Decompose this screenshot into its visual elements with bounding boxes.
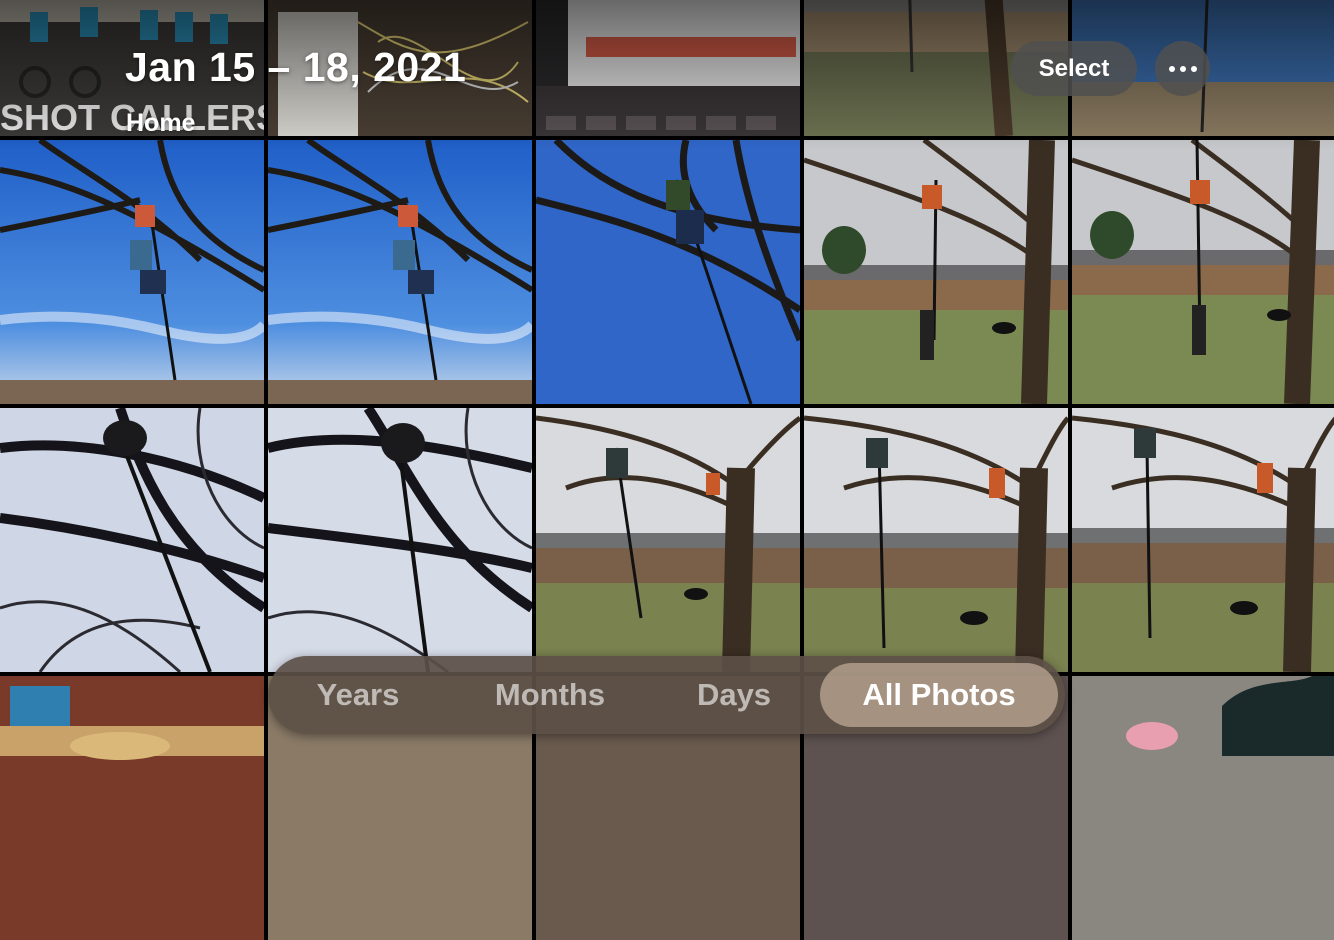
- tab-all-photos[interactable]: All Photos: [820, 663, 1058, 727]
- photo-thumbnail[interactable]: [536, 0, 800, 136]
- photo-thumbnail[interactable]: [268, 408, 532, 672]
- photo-thumbnail[interactable]: [536, 140, 800, 404]
- view-switcher: Years Months Days All Photos: [268, 656, 1065, 734]
- photo-thumbnail[interactable]: [0, 408, 264, 672]
- tab-months[interactable]: Months: [468, 656, 632, 734]
- photo-thumbnail[interactable]: [0, 140, 264, 404]
- tab-days[interactable]: Days: [668, 656, 800, 734]
- photo-thumbnail[interactable]: [804, 140, 1068, 404]
- date-range-title: Jan 15 – 18, 2021: [125, 44, 467, 90]
- photo-thumbnail[interactable]: [268, 140, 532, 404]
- photo-thumbnail[interactable]: [1072, 676, 1334, 940]
- photo-grid: SHOT CALLERS: [0, 0, 1334, 940]
- select-button[interactable]: Select: [1011, 41, 1137, 96]
- tab-years[interactable]: Years: [290, 656, 426, 734]
- photo-thumbnail[interactable]: [1072, 140, 1334, 404]
- photo-thumbnail[interactable]: [1072, 408, 1334, 672]
- photo-thumbnail[interactable]: [0, 676, 264, 940]
- ellipsis-icon[interactable]: [1155, 41, 1210, 96]
- photo-thumbnail[interactable]: [536, 408, 800, 672]
- photo-thumbnail[interactable]: [804, 408, 1068, 672]
- location-label: Home: [126, 109, 196, 137]
